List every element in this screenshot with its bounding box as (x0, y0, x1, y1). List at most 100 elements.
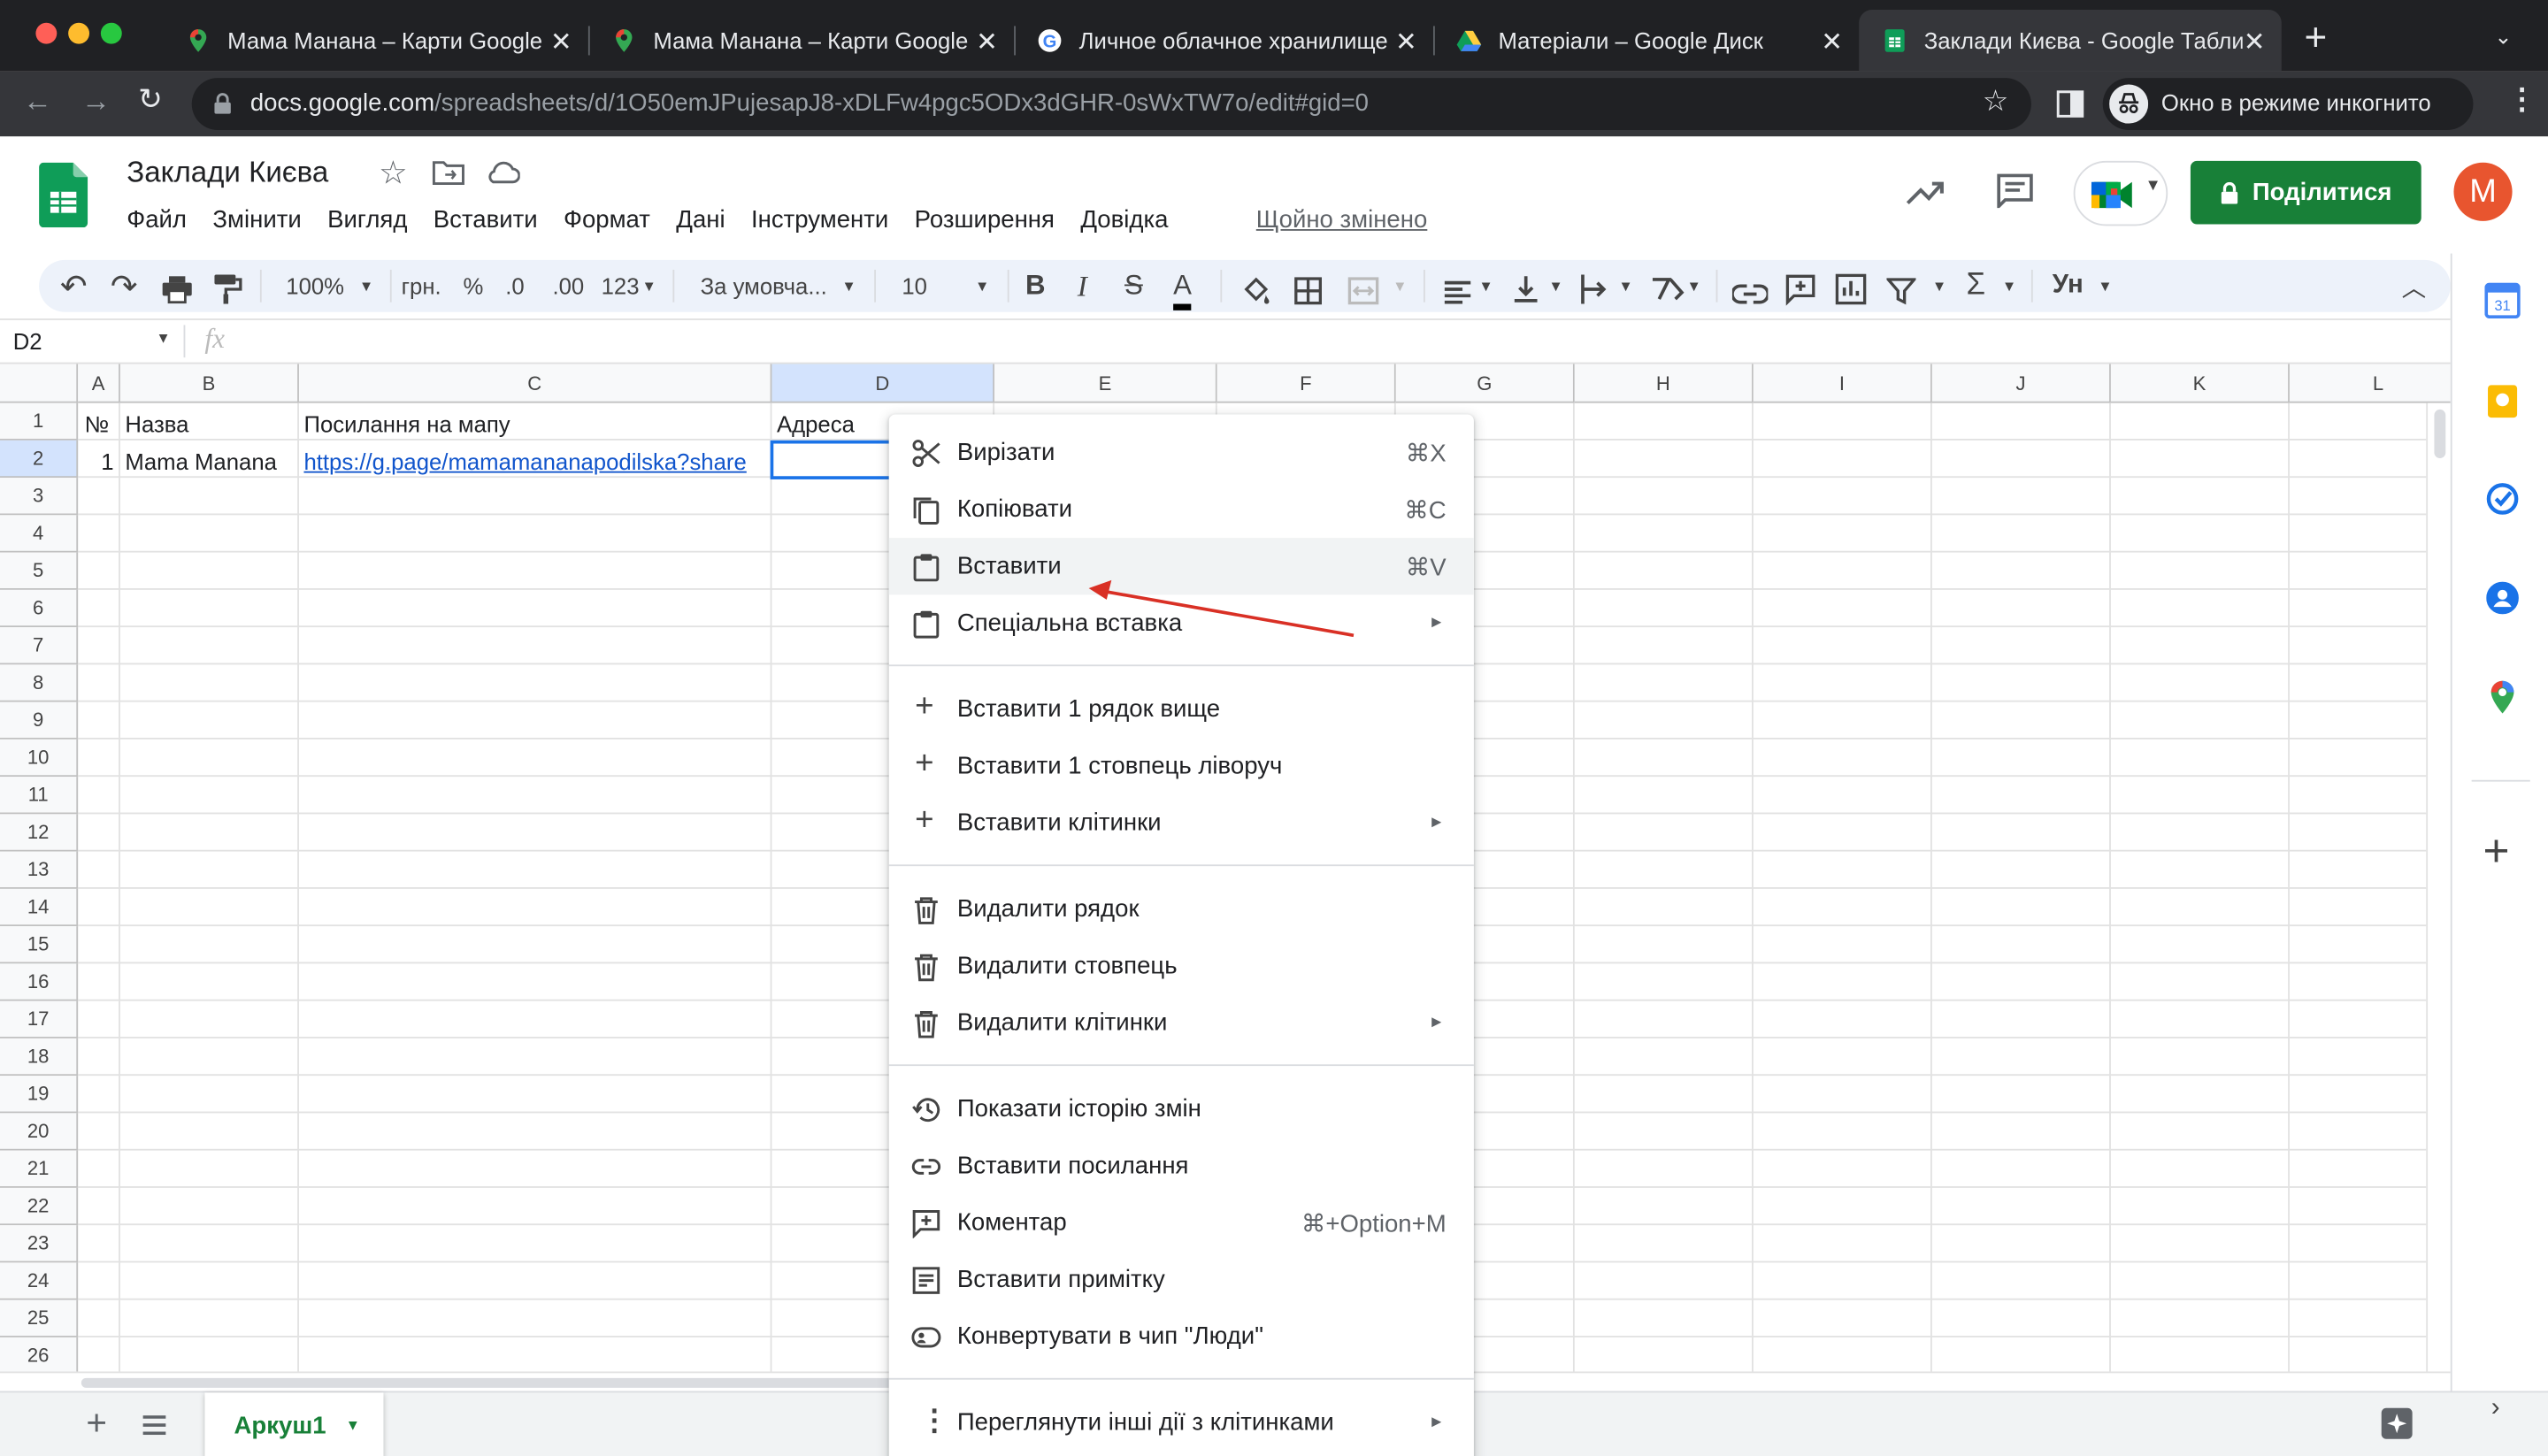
meet-button[interactable]: ▼ (2073, 160, 2168, 226)
menu-item-edit-history[interactable]: Показати історію змін (889, 1081, 1474, 1138)
close-tab-icon[interactable]: ✕ (1821, 26, 1843, 58)
get-addons-plus-icon[interactable]: + (2483, 825, 2510, 877)
borders-icon[interactable] (1293, 272, 1323, 310)
menu-item-people-chip[interactable]: Конвертувати в чип "Люди" (889, 1308, 1474, 1365)
row-header-11[interactable]: 11 (0, 777, 79, 815)
text-rotation-icon[interactable] (1649, 270, 1685, 309)
row-header-18[interactable]: 18 (0, 1038, 79, 1077)
column-header-G[interactable]: G (1395, 364, 1575, 403)
font-size-dropdown-icon[interactable]: ▼ (975, 266, 989, 305)
vertical-scrollbar[interactable] (2426, 402, 2451, 1372)
wrap-dropdown-icon[interactable]: ▼ (1618, 266, 1632, 305)
insert-chart-icon[interactable] (1835, 270, 1868, 309)
text-wrap-icon[interactable] (1579, 270, 1612, 309)
reload-icon[interactable]: ↻ (138, 83, 163, 118)
maximize-window-button[interactable] (100, 22, 122, 44)
row-header-25[interactable]: 25 (0, 1299, 79, 1337)
browser-tab-3[interactable]: G Личное облачное хранилище ✕ (1014, 10, 1433, 72)
row-header-3[interactable]: 3 (0, 478, 79, 516)
insert-comment-icon[interactable] (1784, 270, 1817, 309)
forward-arrow-icon[interactable]: → (81, 85, 111, 119)
row-header-7[interactable]: 7 (0, 627, 79, 665)
row-header-4[interactable]: 4 (0, 515, 79, 553)
row-header-1[interactable]: 1 (0, 402, 79, 441)
formats-dropdown-icon[interactable]: ▼ (642, 266, 656, 305)
name-box[interactable]: D2 (13, 328, 42, 354)
column-header-I[interactable]: I (1753, 364, 1932, 403)
merge-cells-icon[interactable] (1347, 272, 1380, 310)
column-header-C[interactable]: C (298, 364, 772, 403)
filter-dropdown-icon[interactable]: ▼ (1932, 266, 1946, 305)
more-formats-button[interactable]: 123 (602, 266, 640, 305)
italic-icon[interactable]: I (1078, 266, 1087, 305)
column-header-D[interactable]: D (771, 364, 995, 403)
input-tools-dropdown-icon[interactable]: ▼ (2098, 266, 2112, 305)
cell-A1[interactable]: № (80, 404, 119, 441)
row-header-10[interactable]: 10 (0, 739, 79, 778)
column-header-H[interactable]: H (1574, 364, 1754, 403)
browser-tab-5-active[interactable]: Заклади Києва - Google Табли ✕ (1859, 10, 2282, 72)
zoom-dropdown-icon[interactable]: ▼ (359, 266, 373, 305)
row-header-2[interactable]: 2 (0, 440, 79, 479)
strikethrough-icon[interactable]: S (1124, 266, 1143, 305)
menu-item-copy[interactable]: Копіювати ⌘C (889, 481, 1474, 538)
menu-item-more-cell-actions[interactable]: ⋮ Переглянути інші дії з клітинками ► (889, 1394, 1474, 1451)
vertical-align-icon[interactable] (1513, 270, 1539, 309)
show-side-panel-chevron-icon[interactable]: › (2491, 1394, 2500, 1423)
row-header-16[interactable]: 16 (0, 963, 79, 1001)
collapse-toolbar-icon[interactable]: ︿ (2402, 266, 2427, 305)
tab-search-chevron-icon[interactable]: ⌄ (2494, 25, 2512, 50)
last-edit-link[interactable]: Щойно змінено (1256, 206, 1428, 234)
bookmark-star-icon[interactable]: ☆ (1983, 85, 2009, 119)
sheet-tab-active[interactable]: Аркуш1 ▼ (204, 1392, 384, 1456)
column-header-B[interactable]: B (119, 364, 299, 403)
close-tab-icon[interactable]: ✕ (1395, 26, 1417, 58)
row-header-24[interactable]: 24 (0, 1262, 79, 1300)
menu-item-insert-column-left[interactable]: + Вставити 1 стовпець ліворуч (889, 738, 1474, 794)
cloud-saved-icon[interactable] (484, 159, 520, 185)
star-icon[interactable]: ☆ (379, 153, 408, 194)
row-header-6[interactable]: 6 (0, 589, 79, 628)
row-header-22[interactable]: 22 (0, 1187, 79, 1226)
row-header-23[interactable]: 23 (0, 1225, 79, 1263)
row-header-13[interactable]: 13 (0, 851, 79, 889)
font-family-select[interactable]: За умовча... (701, 266, 827, 305)
decrease-decimals-button[interactable]: .0 (505, 266, 524, 305)
column-header-F[interactable]: F (1216, 364, 1396, 403)
cell-B2[interactable]: Mama Manana (120, 442, 297, 479)
scrollbar-thumb[interactable] (2434, 409, 2446, 459)
cell-C2-link[interactable]: https://g.page/mamamananapodilska?share (299, 442, 771, 479)
document-title[interactable]: Заклади Києва (127, 156, 328, 190)
menu-help[interactable]: Довідка (1080, 206, 1168, 234)
tasks-icon[interactable] (2486, 483, 2519, 516)
contacts-icon[interactable] (2486, 581, 2519, 615)
column-header-E[interactable]: E (994, 364, 1217, 403)
row-header-20[interactable]: 20 (0, 1113, 79, 1151)
menu-edit[interactable]: Змінити (212, 206, 301, 234)
browser-tab-4[interactable]: Матеріали – Google Диск ✕ (1433, 10, 1859, 72)
add-sheet-icon[interactable]: + (86, 1402, 107, 1445)
activity-trend-icon[interactable] (1905, 175, 1947, 208)
currency-format-button[interactable]: грн. (402, 266, 441, 305)
row-header-8[interactable]: 8 (0, 664, 79, 702)
row-header-12[interactable]: 12 (0, 814, 79, 852)
menu-file[interactable]: Файл (127, 206, 187, 234)
menu-item-insert-cells[interactable]: + Вставити клітинки ► (889, 794, 1474, 851)
row-header-26[interactable]: 26 (0, 1337, 79, 1372)
close-tab-icon[interactable]: ✕ (550, 26, 572, 58)
menu-item-paste-special[interactable]: Спеціальна вставка ► (889, 594, 1474, 651)
text-color-icon[interactable]: A (1173, 266, 1192, 310)
menu-item-delete-column[interactable]: Видалити стовпець (889, 938, 1474, 994)
row-header-19[interactable]: 19 (0, 1076, 79, 1114)
menu-format[interactable]: Формат (564, 206, 650, 234)
menu-item-delete-cells[interactable]: Видалити клітинки ► (889, 994, 1474, 1051)
row-header-21[interactable]: 21 (0, 1150, 79, 1188)
menu-item-cut[interactable]: Вирізати ⌘X (889, 424, 1474, 480)
row-header-9[interactable]: 9 (0, 701, 79, 739)
menu-item-delete-row[interactable]: Видалити рядок (889, 881, 1474, 938)
merge-dropdown-icon[interactable]: ▼ (1393, 266, 1407, 305)
all-sheets-icon[interactable] (142, 1415, 167, 1436)
address-bar[interactable]: docs.google.com/spreadsheets/d/1O50emJPu… (191, 78, 2031, 130)
cell-B1[interactable]: Назва (120, 404, 297, 441)
select-all-corner[interactable] (0, 364, 79, 403)
